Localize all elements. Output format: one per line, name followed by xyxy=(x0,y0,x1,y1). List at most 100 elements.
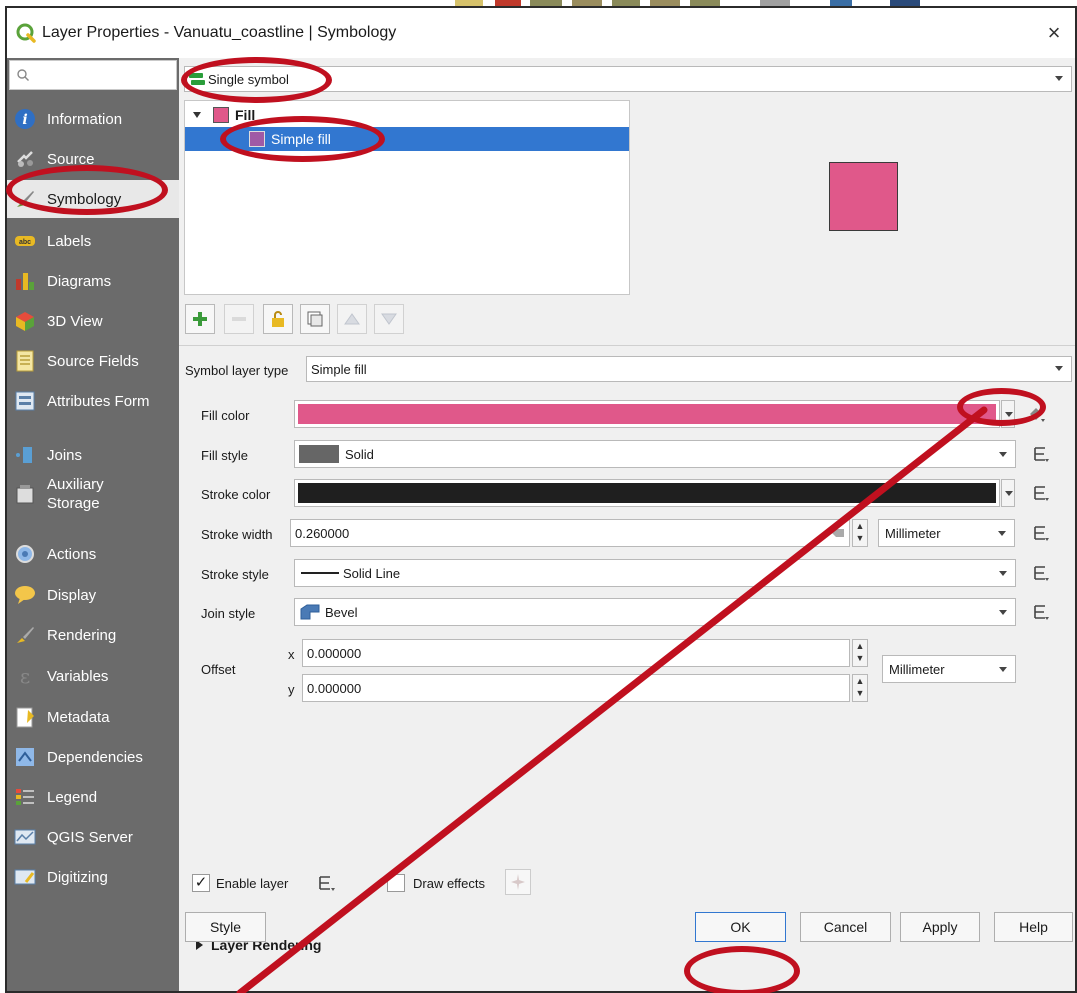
sidebar-item-variables[interactable]: ε Variables xyxy=(7,657,179,695)
dependencies-icon xyxy=(16,748,34,766)
stroke-style-value: Solid Line xyxy=(343,565,401,581)
fill-color-label: Fill color xyxy=(201,408,250,423)
data-defined-override-icon[interactable] xyxy=(1031,483,1051,503)
variables-epsilon-icon: ε xyxy=(20,665,30,687)
lock-layer-button[interactable] xyxy=(263,304,293,334)
symbol-layer-type-label: Symbol layer type xyxy=(185,363,289,378)
move-up-button[interactable] xyxy=(337,304,367,334)
style-button[interactable]: Style xyxy=(185,912,266,942)
sidebar-item-actions[interactable]: Actions xyxy=(7,535,179,573)
apply-button[interactable]: Apply xyxy=(900,912,980,942)
symbology-brush-icon xyxy=(17,191,34,207)
sidebar-item-rendering[interactable]: Rendering xyxy=(7,616,179,654)
data-defined-override-icon[interactable] xyxy=(1031,602,1051,622)
sidebar-item-display[interactable]: Display xyxy=(7,576,179,614)
sidebar-item-auxiliary-storage[interactable]: Auxiliary Storage xyxy=(7,471,179,517)
stroke-color-dropdown[interactable] xyxy=(1001,479,1015,507)
svg-text:i: i xyxy=(22,112,27,128)
sidebar-item-source-fields[interactable]: Source Fields xyxy=(7,342,179,380)
offset-x-label: x xyxy=(288,647,295,662)
fill-color-button[interactable] xyxy=(294,400,1000,428)
renderer-type-value: Single symbol xyxy=(208,71,289,87)
stroke-width-unit-value: Millimeter xyxy=(885,525,941,541)
sidebar-item-attributes-form[interactable]: Attributes Form xyxy=(7,382,179,420)
close-icon[interactable]: × xyxy=(1041,20,1067,46)
sidebar-item-joins[interactable]: Joins xyxy=(7,436,179,474)
data-defined-override-icon[interactable] xyxy=(316,873,338,893)
draw-effects-checkbox[interactable] xyxy=(387,874,405,892)
sidebar-item-3d-view[interactable]: 3D View xyxy=(7,302,179,340)
duplicate-layer-button[interactable] xyxy=(300,304,330,334)
sidebar: i Information Source Symbology abc Label… xyxy=(7,58,179,991)
sidebar-item-digitizing[interactable]: Digitizing xyxy=(7,858,179,896)
fill-swatch-icon xyxy=(213,107,229,123)
joins-icon xyxy=(16,447,32,463)
sidebar-item-qgis-server[interactable]: QGIS Server xyxy=(7,818,179,856)
add-layer-button[interactable] xyxy=(185,304,215,334)
fill-style-value: Solid xyxy=(345,446,374,462)
stroke-width-input[interactable]: 0.260000 xyxy=(290,519,850,547)
offset-y-value: 0.000000 xyxy=(307,680,362,696)
tree-item-fill[interactable]: Fill xyxy=(185,103,629,127)
offset-unit-select[interactable]: Millimeter xyxy=(882,655,1016,683)
simple-fill-swatch-icon xyxy=(249,131,265,147)
stroke-style-select[interactable]: Solid Line xyxy=(294,559,1016,587)
collapse-arrow-icon xyxy=(193,112,201,118)
symbol-layer-type-select[interactable]: Simple fill xyxy=(306,356,1072,382)
add-plus-icon xyxy=(193,312,207,326)
draw-effects-settings-button[interactable] xyxy=(505,869,531,895)
help-button[interactable]: Help xyxy=(994,912,1073,942)
digitizing-icon xyxy=(14,869,36,885)
solid-fill-swatch-icon xyxy=(299,445,339,463)
sidebar-item-diagrams[interactable]: Diagrams xyxy=(7,262,179,300)
join-style-value: Bevel xyxy=(325,604,358,620)
stroke-color-button[interactable] xyxy=(294,479,1000,507)
sidebar-item-legend[interactable]: Legend xyxy=(7,778,179,816)
chevron-down-icon xyxy=(998,531,1006,536)
fill-style-select[interactable]: Solid xyxy=(294,440,1016,468)
tree-item-simple-fill[interactable]: Simple fill xyxy=(185,127,629,151)
arrow-up-icon xyxy=(344,313,360,325)
sidebar-item-symbology[interactable]: Symbology xyxy=(7,180,179,218)
title-bar: Layer Properties - Vanuatu_coastline | S… xyxy=(7,8,1075,58)
data-defined-override-icon[interactable] xyxy=(1031,563,1051,583)
fill-style-label: Fill style xyxy=(201,448,248,463)
sidebar-item-information[interactable]: i Information xyxy=(7,100,179,138)
join-style-select[interactable]: Bevel xyxy=(294,598,1016,626)
stroke-width-unit-select[interactable]: Millimeter xyxy=(878,519,1015,547)
chevron-down-icon xyxy=(999,610,1007,615)
offset-y-input[interactable]: 0.000000 xyxy=(302,674,850,702)
ok-button[interactable]: OK xyxy=(695,912,786,942)
svg-text:ε: ε xyxy=(20,665,30,687)
offset-label: Offset xyxy=(201,662,236,677)
enable-layer-label: Enable layer xyxy=(216,876,289,891)
sidebar-item-dependencies[interactable]: Dependencies xyxy=(7,738,179,776)
bevel-join-icon xyxy=(300,604,320,620)
renderer-type-select[interactable]: Single symbol xyxy=(184,66,1072,92)
offset-y-spinner[interactable]: ▲ ▼ xyxy=(852,674,868,702)
info-icon: i xyxy=(15,109,35,129)
symbol-layer-tree[interactable]: Fill Simple fill xyxy=(184,100,630,295)
qgis-logo-icon xyxy=(16,23,36,43)
sidebar-search-input[interactable] xyxy=(9,60,177,90)
offset-unit-value: Millimeter xyxy=(889,661,945,677)
remove-layer-button[interactable] xyxy=(224,304,254,334)
enable-layer-checkbox[interactable]: ✓ xyxy=(192,874,210,892)
offset-x-spinner[interactable]: ▲ ▼ xyxy=(852,639,868,667)
cancel-button[interactable]: Cancel xyxy=(800,912,891,942)
sidebar-item-source[interactable]: Source xyxy=(7,140,179,178)
data-defined-override-icon[interactable] xyxy=(1031,523,1051,543)
stroke-width-spinner[interactable]: ▲ ▼ xyxy=(852,519,868,547)
offset-x-input[interactable]: 0.000000 xyxy=(302,639,850,667)
clear-icon[interactable] xyxy=(831,526,845,540)
sidebar-item-metadata[interactable]: Metadata xyxy=(7,698,179,736)
data-defined-override-icon[interactable] xyxy=(1027,404,1047,424)
source-icon xyxy=(17,151,33,167)
sidebar-item-labels[interactable]: abc Labels xyxy=(7,222,179,260)
move-down-button[interactable] xyxy=(374,304,404,334)
fill-color-dropdown[interactable] xyxy=(1001,400,1015,428)
solid-line-icon xyxy=(301,572,339,574)
stroke-style-label: Stroke style xyxy=(201,567,269,582)
data-defined-override-icon[interactable] xyxy=(1031,444,1051,464)
3d-view-icon xyxy=(16,312,34,331)
